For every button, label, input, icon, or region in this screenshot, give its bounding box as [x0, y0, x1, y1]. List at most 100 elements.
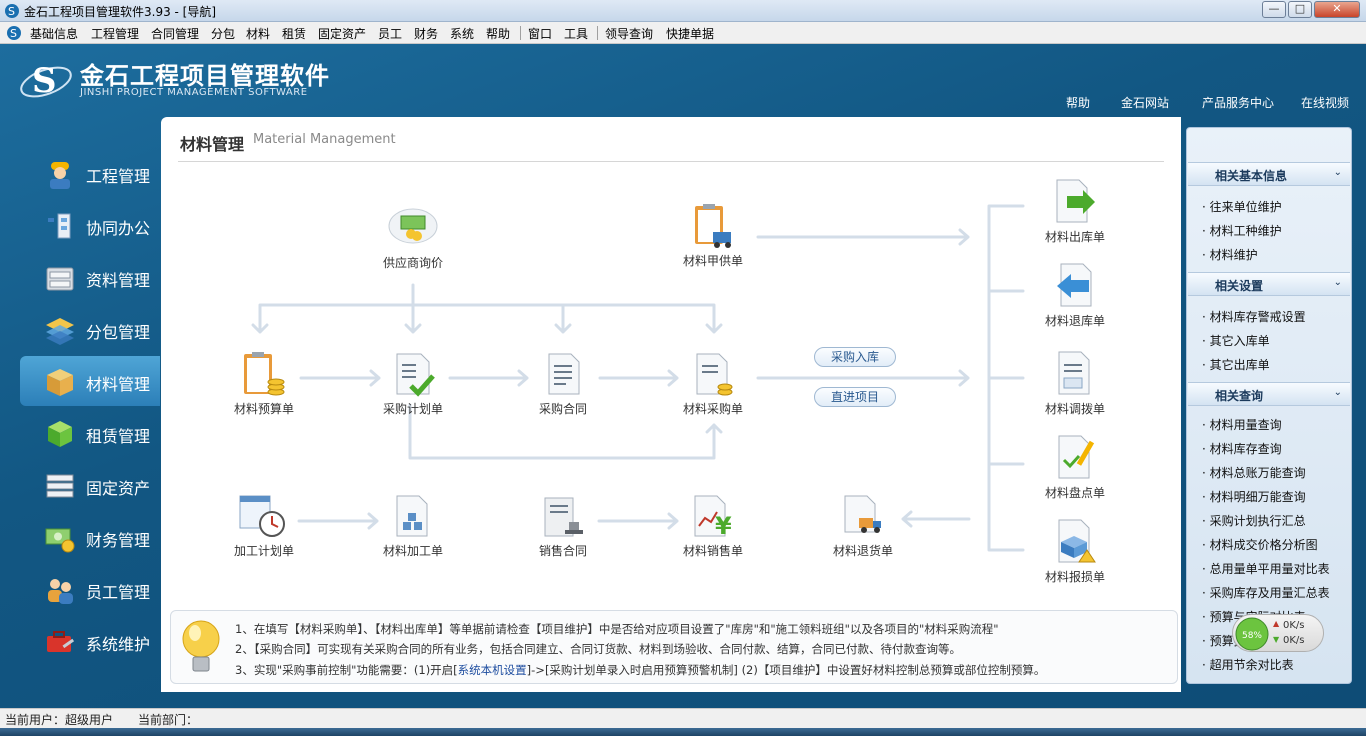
node-supplier-quote[interactable]: 供应商询价	[358, 206, 468, 271]
node-transfer[interactable]: 材料调拨单	[1020, 348, 1130, 417]
contract-stamp-icon	[544, 497, 583, 537]
menu-subcontract[interactable]: 分包	[211, 25, 235, 42]
node-label: 材料报损单	[1044, 570, 1105, 584]
node-material-budget[interactable]: 材料预算单	[209, 350, 319, 417]
menu-contract[interactable]: 合同管理	[151, 25, 199, 42]
app-menu-icon[interactable]: S	[6, 25, 22, 41]
nav-label: 租赁管理	[86, 427, 151, 446]
node-label: 材料盘点单	[1044, 486, 1105, 500]
up-arrow-icon: ▲	[1273, 619, 1280, 628]
link-price-analysis[interactable]: · 材料成交价格分析图	[1202, 536, 1318, 553]
worker-icon	[50, 162, 70, 189]
nav-item-fixed-assets[interactable]: 固定资产	[20, 460, 160, 510]
menu-help[interactable]: 帮助	[486, 25, 510, 42]
document-coins-icon	[696, 353, 733, 396]
current-department: 当前部门：	[138, 713, 199, 727]
link-other-outbound[interactable]: · 其它出库单	[1202, 356, 1270, 373]
nav-item-material[interactable]: 材料管理	[20, 356, 160, 406]
network-speed-widget[interactable]: 58% 0K/s 0K/s ▲ ▼	[1232, 614, 1324, 652]
top-link-service-center[interactable]: 产品服务中心	[1202, 94, 1274, 111]
link-other-inbound[interactable]: · 其它入库单	[1202, 332, 1270, 349]
menu-leader-query[interactable]: 领导查询	[605, 25, 653, 42]
link-ledger-query[interactable]: · 材料总账万能查询	[1202, 464, 1306, 481]
section-header-queries[interactable]: 相关查询 ⌄	[1188, 382, 1350, 406]
page-title: 材料管理	[180, 135, 245, 154]
menu-window[interactable]: 窗口	[528, 25, 552, 42]
nav-item-system[interactable]: 系统维护	[20, 616, 160, 666]
link-plan-summary[interactable]: · 采购计划执行汇总	[1202, 512, 1306, 529]
node-outbound[interactable]: 材料出库单	[1020, 176, 1130, 245]
transfer-doc-icon	[1058, 351, 1090, 395]
maximize-button[interactable]: □	[1288, 1, 1312, 18]
node-material-process[interactable]: 材料加工单	[358, 492, 468, 559]
upload-speed: 0K/s	[1283, 620, 1305, 631]
svg-text:58%: 58%	[1242, 631, 1262, 641]
menu-quick-docs[interactable]: 快捷单据	[666, 25, 714, 42]
box-icon	[47, 369, 73, 396]
node-inventory-check[interactable]: 材料盘点单	[1020, 432, 1130, 501]
link-stock-usage-summary[interactable]: · 采购库存及用量汇总表	[1202, 584, 1330, 601]
nav-label: 材料管理	[86, 375, 151, 394]
nav-item-project[interactable]: 工程管理	[20, 148, 160, 198]
nav-item-documents[interactable]: 资料管理	[20, 252, 160, 302]
down-arrow-icon: ▼	[1273, 635, 1280, 644]
layers-icon	[46, 318, 74, 345]
link-stock-alert[interactable]: · 材料库存警戒设置	[1202, 308, 1306, 325]
menu-system[interactable]: 系统	[450, 25, 474, 42]
tip-line-3-suffix: ]->[采购计划单录入时启用预算预警机制] (2)【项目维护】中设置好材料控制总…	[526, 663, 1046, 677]
warning-box-icon	[1058, 519, 1096, 563]
node-label: 材料退库单	[1044, 314, 1105, 328]
document-truck-icon	[844, 495, 881, 533]
menu-staff[interactable]: 员工	[378, 25, 402, 42]
link-stock-query[interactable]: · 材料库存查询	[1202, 440, 1282, 457]
link-usage-query[interactable]: · 材料用量查询	[1202, 416, 1282, 433]
section-header-basic-info[interactable]: 相关基本信息 ⌄	[1188, 162, 1350, 186]
node-material-return[interactable]: 材料退货单	[808, 492, 918, 559]
system-settings-link[interactable]: 系统本机设置	[458, 663, 527, 677]
nav-item-finance[interactable]: 财务管理	[20, 512, 160, 562]
menu-separator	[597, 26, 598, 40]
section-header-settings[interactable]: 相关设置 ⌄	[1188, 272, 1350, 296]
menu-lease[interactable]: 租赁	[282, 25, 306, 42]
link-usage-compare[interactable]: · 总用量单平用量对比表	[1202, 560, 1330, 577]
link-detail-query[interactable]: · 材料明细万能查询	[1202, 488, 1306, 505]
menu-tools[interactable]: 工具	[564, 25, 588, 42]
app-logo-icon: S	[5, 4, 19, 18]
menu-fixed-assets[interactable]: 固定资产	[318, 25, 366, 42]
node-process-plan[interactable]: 加工计划单	[209, 492, 319, 559]
top-link-help[interactable]: 帮助	[1066, 94, 1090, 111]
nav-item-staff[interactable]: 员工管理	[20, 564, 160, 614]
menu-material[interactable]: 材料	[246, 25, 270, 42]
node-material-purchase[interactable]: 材料采购单	[658, 350, 768, 417]
link-partner-maintain[interactable]: · 往来单位维护	[1202, 198, 1282, 215]
node-material-sales[interactable]: ¥ 材料销售单	[658, 492, 768, 559]
brand-name-en: JINSHI PROJECT MANAGEMENT SOFTWARE	[80, 87, 308, 98]
menu-finance[interactable]: 财务	[414, 25, 438, 42]
server-rack-icon	[46, 474, 74, 498]
node-purchase-contract[interactable]: 采购合同	[508, 350, 618, 417]
nav-item-subcontract[interactable]: 分包管理	[20, 304, 160, 354]
menu-basic-info[interactable]: 基础信息	[30, 25, 78, 42]
link-overuse-compare[interactable]: · 超用节余对比表	[1202, 656, 1294, 673]
close-button[interactable]: ✕	[1314, 1, 1360, 18]
nav-item-collaboration[interactable]: 协同办公	[20, 200, 160, 250]
download-speed: 0K/s	[1283, 635, 1305, 646]
pill-purchase-inbound[interactable]: 采购入库	[814, 347, 896, 367]
top-link-website[interactable]: 金石网站	[1121, 94, 1169, 111]
menu-project[interactable]: 工程管理	[91, 25, 139, 42]
node-purchase-plan[interactable]: 采购计划单	[358, 350, 468, 417]
top-link-online-video[interactable]: 在线视频	[1301, 94, 1349, 111]
node-sales-contract[interactable]: 销售合同	[508, 492, 618, 559]
minimize-button[interactable]: —	[1262, 1, 1286, 18]
document-boxes-icon	[396, 495, 428, 537]
node-buyer-supply[interactable]: 材料甲供单	[658, 202, 768, 269]
nav-item-lease[interactable]: 租赁管理	[20, 408, 160, 458]
node-return-stock[interactable]: 材料退库单	[1020, 260, 1130, 329]
node-damage[interactable]: 材料报损单	[1020, 516, 1130, 585]
clipboard-coins-icon	[244, 352, 285, 396]
link-material-maintain[interactable]: · 材料维护	[1202, 246, 1258, 263]
toolbox-icon	[47, 631, 75, 652]
link-material-trade-maintain[interactable]: · 材料工种维护	[1202, 222, 1282, 239]
pill-direct-to-project[interactable]: 直进项目	[814, 387, 896, 407]
node-label: 材料甲供单	[682, 254, 743, 268]
